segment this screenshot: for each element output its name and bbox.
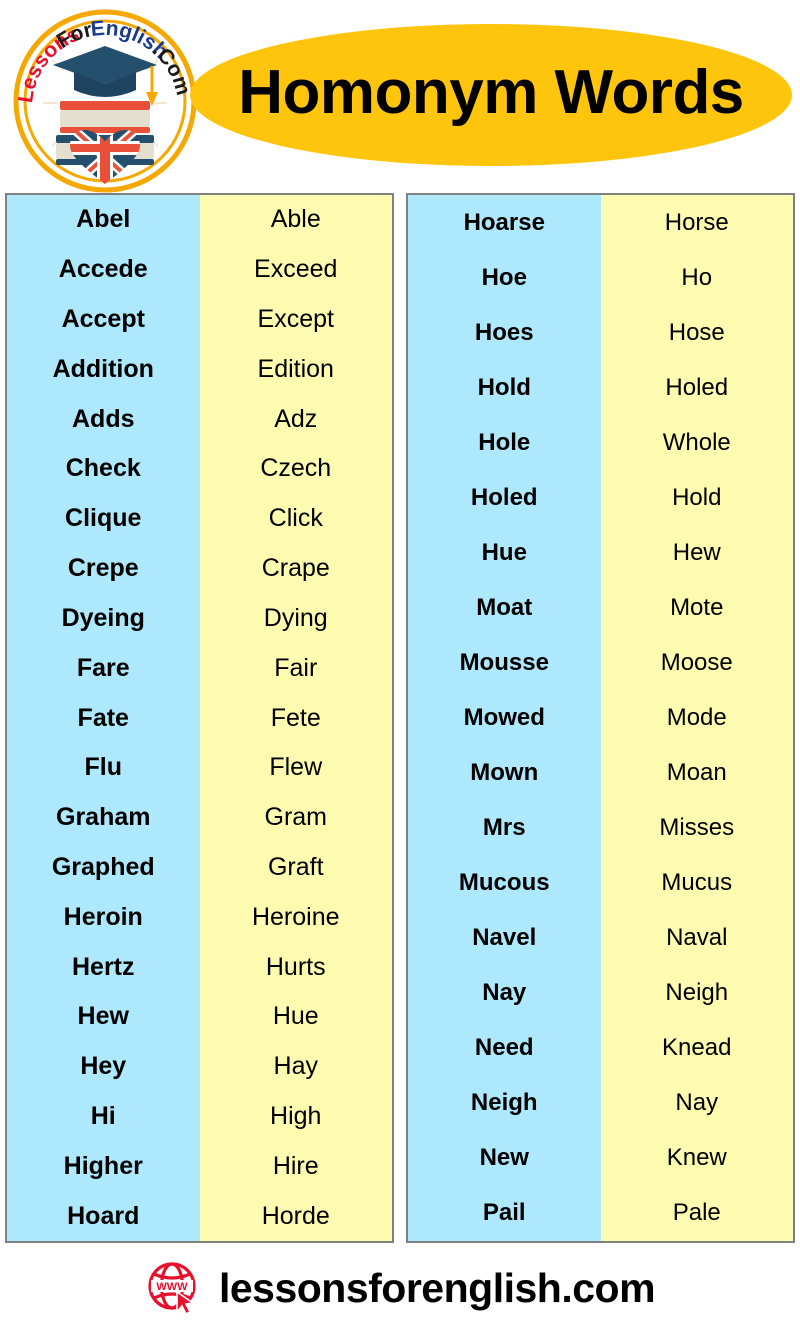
table-row: Navel (472, 924, 537, 952)
table-row: New (479, 1144, 529, 1172)
table-row: Hoard (67, 1201, 140, 1230)
table-row: Exceed (254, 255, 338, 284)
title-banner: Homonym Words (190, 24, 792, 166)
table-row: Hue (481, 538, 527, 566)
table-row: Higher (63, 1151, 143, 1180)
table-row: Naval (666, 924, 728, 952)
table-row: Fate (77, 703, 129, 732)
right-table-word-column: Hoarse Hoe Hoes Hold Hole Holed Hue Moat Mousse M… (408, 195, 601, 1241)
table-row: Hew (77, 1002, 129, 1031)
table-row: Accept (61, 305, 145, 334)
table-row: Holed (665, 373, 729, 401)
table-row: Dyeing (61, 603, 145, 632)
homonym-table-left: Abel Accede Accept Addition Adds Check Clique C… (5, 193, 394, 1243)
lessons-for-english-logo: Lessons For English .Com (12, 8, 198, 194)
header: Lessons For English .Com Homonym Words (0, 0, 800, 193)
table-row: Fair (274, 653, 318, 682)
footer: WWW lessonsforenglish.com (0, 1243, 800, 1333)
table-row: Mode (666, 703, 727, 731)
table-row: Gram (264, 803, 328, 832)
table-row: Mousse (459, 648, 549, 676)
table-row: High (270, 1102, 322, 1131)
table-row: Mown (470, 758, 539, 786)
table-row: Abel (76, 205, 131, 234)
table-row: Flew (269, 753, 323, 782)
left-table-homonym-column: Able Exceed Except Edition Adz Czech Click Crap… (199, 195, 392, 1241)
table-row: Horde (261, 1201, 330, 1230)
page-title: Homonym Words (238, 58, 744, 127)
table-row: Knew (666, 1144, 727, 1172)
table-row: Hole (478, 428, 531, 456)
table-row: Misses (659, 814, 735, 842)
www-globe-cursor-icon: WWW (145, 1259, 203, 1317)
table-row: Hoarse (463, 208, 545, 236)
table-row: Addition (52, 354, 154, 383)
table-row: Graft (267, 852, 324, 881)
table-row: Heroin (63, 902, 143, 931)
footer-site-url: lessonsforenglish.com (218, 1264, 656, 1311)
table-row: Hay (273, 1052, 318, 1081)
table-row: Fare (76, 653, 130, 682)
table-row: Heroine (251, 902, 340, 931)
table-row: Hose (668, 318, 725, 346)
globe-www-label: WWW (156, 1281, 188, 1293)
table-row: Hire (272, 1151, 319, 1180)
homonym-tables: Abel Accede Accept Addition Adds Check Clique C… (0, 193, 800, 1243)
table-row: Able (270, 205, 321, 234)
table-row: Except (257, 305, 334, 334)
table-row: Crape (261, 554, 330, 583)
table-row: Mucus (661, 869, 733, 897)
table-row: Hi (90, 1102, 116, 1131)
table-row: Adz (274, 404, 318, 433)
table-row: Hew (672, 538, 721, 566)
table-row: Holed (470, 483, 538, 511)
table-row: Pale (672, 1199, 721, 1227)
left-table-word-column: Abel Accede Accept Addition Adds Check Clique C… (7, 195, 200, 1241)
table-row: Ho (681, 263, 713, 291)
table-row: Check (65, 454, 141, 483)
table-row: Neigh (665, 979, 729, 1007)
table-row: Hold (477, 373, 531, 401)
table-row: Mrs (482, 814, 526, 842)
homonym-words-infographic: Lessons For English .Com Homonym Words A… (0, 0, 800, 1333)
table-row: Hue (272, 1002, 319, 1031)
table-row: Dying (263, 603, 328, 632)
table-row: Moat (476, 593, 533, 621)
table-row: Neigh (470, 1089, 538, 1117)
table-row: Edition (257, 354, 334, 383)
table-row: Czech (260, 454, 332, 483)
table-row: Hoes (474, 318, 534, 346)
table-row: Need (474, 1034, 534, 1062)
table-row: Flu (84, 753, 123, 782)
table-row: Adds (72, 404, 135, 433)
table-row: Moose (660, 648, 733, 676)
table-row: Whole (662, 428, 731, 456)
table-row: Hey (80, 1052, 127, 1081)
table-row: Horse (664, 208, 729, 236)
table-row: Nay (482, 979, 527, 1007)
table-row: Hold (672, 483, 722, 511)
table-row: Pail (482, 1199, 526, 1227)
table-row: Graham (56, 803, 151, 832)
table-row: Knead (662, 1034, 732, 1062)
table-row: Mowed (463, 703, 545, 731)
table-row: Crepe (67, 554, 139, 583)
table-row: Accede (58, 255, 148, 284)
table-row: Fete (270, 703, 321, 732)
table-row: Moan (666, 758, 727, 786)
table-row: Nay (675, 1089, 719, 1117)
table-row: Clique (65, 504, 142, 533)
table-row: Hurts (265, 952, 326, 981)
table-row: Hoe (481, 263, 527, 291)
table-row: Mucous (458, 869, 550, 897)
right-table-homonym-column: Horse Ho Hose Holed Whole Hold Hew Mote Moose Mod… (600, 195, 793, 1241)
table-row: Mote (670, 593, 724, 621)
table-row: Hertz (71, 952, 135, 981)
table-row: Graphed (51, 852, 155, 881)
table-row: Click (268, 504, 323, 533)
homonym-table-right: Hoarse Hoe Hoes Hold Hole Holed Hue Moat Mousse M… (406, 193, 795, 1243)
